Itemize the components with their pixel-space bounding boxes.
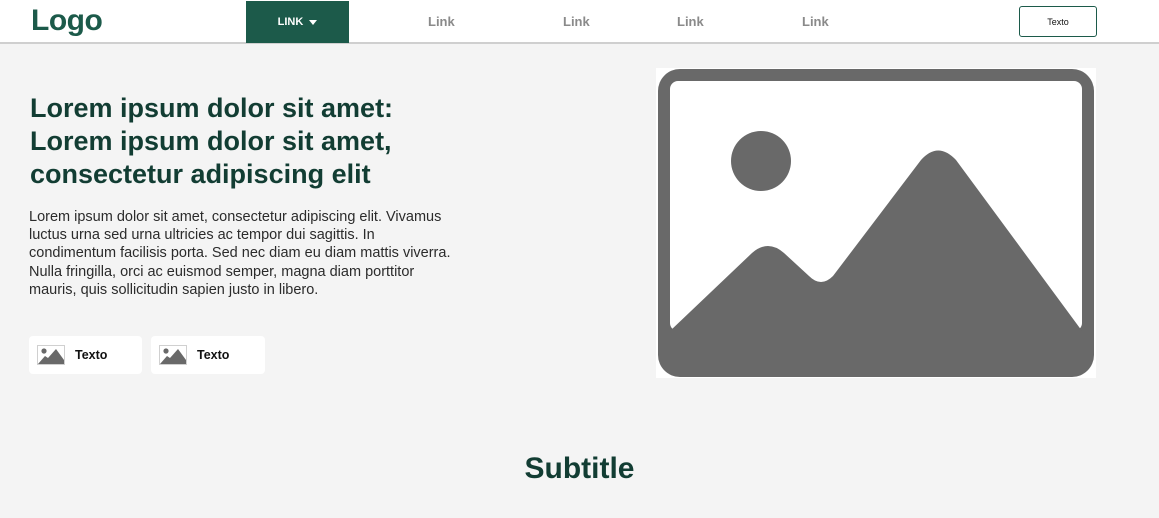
hero-title-line-3: consectetur adipiscing elit xyxy=(30,159,371,189)
nav-link-4[interactable]: Link xyxy=(802,14,829,29)
nav-link-dropdown-active[interactable]: LINK xyxy=(246,1,349,43)
hero-button-2[interactable]: Texto xyxy=(151,336,265,374)
hero-title: Lorem ipsum dolor sit amet: Lorem ipsum … xyxy=(30,92,450,191)
top-navbar: Logo LINK Link Link Link Link Texto xyxy=(0,0,1159,44)
caret-down-icon xyxy=(309,20,318,25)
nav-link-label: LINK xyxy=(277,16,304,28)
nav-link-3[interactable]: Link xyxy=(677,14,704,29)
hero-title-line-2: Lorem ipsum dolor sit amet, xyxy=(30,126,392,156)
nav-cta-button[interactable]: Texto xyxy=(1019,6,1097,37)
image-icon xyxy=(159,345,187,365)
nav-link-2[interactable]: Link xyxy=(563,14,590,29)
nav-link-1[interactable]: Link xyxy=(428,14,455,29)
image-placeholder-icon xyxy=(656,68,1096,378)
hero-button-2-label: Texto xyxy=(197,348,230,362)
section-subtitle: Subtitle xyxy=(524,452,635,485)
hero-body-text: Lorem ipsum dolor sit amet, consectetur … xyxy=(29,209,451,298)
hero-button-1-label: Texto xyxy=(75,348,108,362)
logo[interactable]: Logo xyxy=(31,4,103,38)
image-icon xyxy=(37,345,65,365)
hero-title-line-1: Lorem ipsum dolor sit amet: xyxy=(30,93,394,123)
hero-button-1[interactable]: Texto xyxy=(29,336,142,374)
